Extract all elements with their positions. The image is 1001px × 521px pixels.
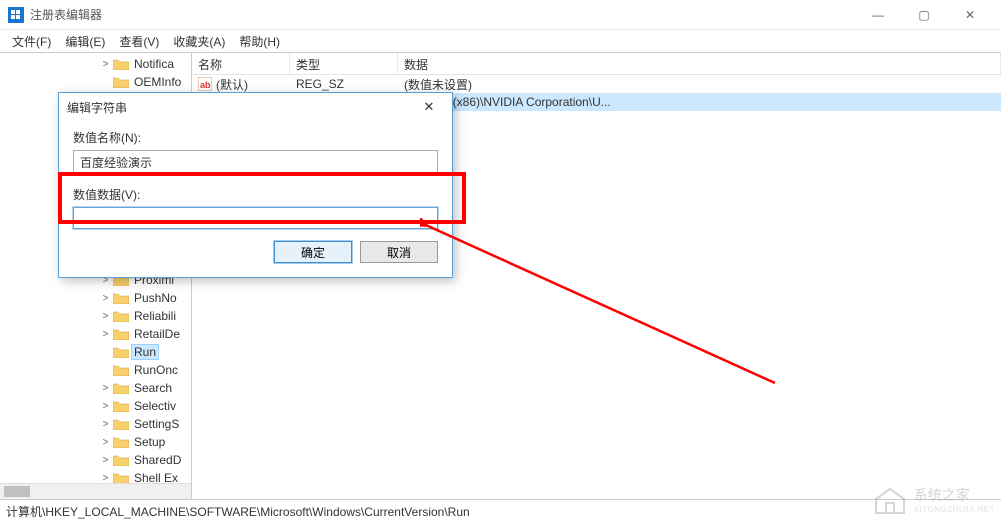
- cell-name: (默认): [192, 76, 290, 93]
- folder-icon: [113, 400, 129, 412]
- scrollbar-thumb[interactable]: [4, 486, 30, 497]
- expand-icon[interactable]: >: [100, 293, 111, 304]
- expand-icon[interactable]: >: [100, 329, 111, 340]
- tree-item-runonc[interactable]: RunOnc: [100, 361, 191, 379]
- value-data-label: 数值数据(V):: [73, 186, 438, 203]
- expand-icon[interactable]: [100, 365, 111, 376]
- minimize-button[interactable]: —: [855, 0, 901, 30]
- expand-icon[interactable]: >: [100, 437, 111, 448]
- menu-bar: 文件(F) 编辑(E) 查看(V) 收藏夹(A) 帮助(H): [0, 30, 1001, 52]
- dialog-title-bar[interactable]: 编辑字符串 ✕: [59, 93, 452, 121]
- tree-item-pushno[interactable]: > PushNo: [100, 289, 191, 307]
- column-name[interactable]: 名称: [192, 53, 290, 74]
- app-icon: [8, 7, 24, 23]
- tree-item-label: RunOnc: [132, 363, 180, 377]
- folder-icon: [113, 310, 129, 322]
- ok-button[interactable]: 确定: [274, 241, 352, 263]
- folder-icon: [113, 58, 129, 70]
- menu-view[interactable]: 查看(V): [113, 31, 165, 52]
- expand-icon[interactable]: >: [100, 383, 111, 394]
- menu-file[interactable]: 文件(F): [6, 31, 57, 52]
- folder-icon: [113, 418, 129, 430]
- dialog-title: 编辑字符串: [67, 99, 127, 116]
- tree-item-setup[interactable]: > Setup: [100, 433, 191, 451]
- tree-item-reliabili[interactable]: > Reliabili: [100, 307, 191, 325]
- tree-horizontal-scrollbar[interactable]: [0, 483, 191, 499]
- cell-data: am Files (x86)\NVIDIA Corporation\U...: [398, 95, 1001, 109]
- folder-icon: [113, 76, 129, 88]
- tree-item-label: Selectiv: [132, 399, 178, 413]
- tree-item-label: OEMInfo: [132, 75, 183, 89]
- tree-item-label: Setup: [132, 435, 167, 449]
- column-data[interactable]: 数据: [398, 53, 1001, 74]
- tree-item-notifica[interactable]: > Notifica: [100, 55, 191, 73]
- value-name-input[interactable]: [73, 150, 438, 174]
- dialog-close-button[interactable]: ✕: [414, 96, 444, 118]
- list-row[interactable]: (默认)REG_SZ(数值未设置): [192, 75, 1001, 93]
- value-name-label: 数值名称(N):: [73, 129, 438, 146]
- window-title: 注册表编辑器: [30, 6, 102, 23]
- tree-item-label: SettingS: [132, 417, 181, 431]
- cancel-button[interactable]: 取消: [360, 241, 438, 263]
- folder-icon: [113, 454, 129, 466]
- column-type[interactable]: 类型: [290, 53, 398, 74]
- tree-item-label: Search: [132, 381, 174, 395]
- tree-item-label: SharedD: [132, 453, 183, 467]
- folder-icon: [113, 436, 129, 448]
- edit-string-dialog: 编辑字符串 ✕ 数值名称(N): 数值数据(V): 确定 取消: [58, 92, 453, 278]
- string-value-icon: [198, 77, 212, 91]
- status-bar: 计算机\HKEY_LOCAL_MACHINE\SOFTWARE\Microsof…: [0, 499, 1001, 521]
- list-header: 名称 类型 数据: [192, 53, 1001, 75]
- menu-help[interactable]: 帮助(H): [233, 31, 286, 52]
- tree-item-selectiv[interactable]: > Selectiv: [100, 397, 191, 415]
- expand-icon[interactable]: [100, 347, 111, 358]
- tree-item-run[interactable]: Run: [100, 343, 191, 361]
- tree-item-label: Reliabili: [132, 309, 178, 323]
- menu-favorites[interactable]: 收藏夹(A): [167, 31, 231, 52]
- tree-item-label: Run: [132, 345, 158, 359]
- folder-icon: [113, 364, 129, 376]
- tree-item-retailde[interactable]: > RetailDe: [100, 325, 191, 343]
- close-button[interactable]: ✕: [947, 0, 993, 30]
- menu-edit[interactable]: 编辑(E): [59, 31, 111, 52]
- cell-data: (数值未设置): [398, 76, 1001, 93]
- folder-icon: [113, 292, 129, 304]
- expand-icon[interactable]: [100, 77, 111, 88]
- value-data-input[interactable]: [73, 207, 438, 229]
- tree-item-sharedd[interactable]: > SharedD: [100, 451, 191, 469]
- expand-icon[interactable]: >: [100, 311, 111, 322]
- expand-icon[interactable]: >: [100, 401, 111, 412]
- tree-item-oeminfo[interactable]: OEMInfo: [100, 73, 191, 91]
- title-bar: 注册表编辑器 — ▢ ✕: [0, 0, 1001, 30]
- folder-icon: [113, 346, 129, 358]
- maximize-button[interactable]: ▢: [901, 0, 947, 30]
- tree-item-settings[interactable]: > SettingS: [100, 415, 191, 433]
- tree-item-label: Notifica: [132, 57, 176, 71]
- expand-icon[interactable]: >: [100, 473, 111, 484]
- folder-icon: [113, 328, 129, 340]
- expand-icon[interactable]: >: [100, 59, 111, 70]
- tree-item-search[interactable]: > Search: [100, 379, 191, 397]
- window-controls: — ▢ ✕: [855, 0, 993, 30]
- expand-icon[interactable]: >: [100, 455, 111, 466]
- expand-icon[interactable]: >: [100, 419, 111, 430]
- cell-type: REG_SZ: [290, 77, 398, 91]
- folder-icon: [113, 382, 129, 394]
- tree-item-label: RetailDe: [132, 327, 182, 341]
- tree-item-label: PushNo: [132, 291, 179, 305]
